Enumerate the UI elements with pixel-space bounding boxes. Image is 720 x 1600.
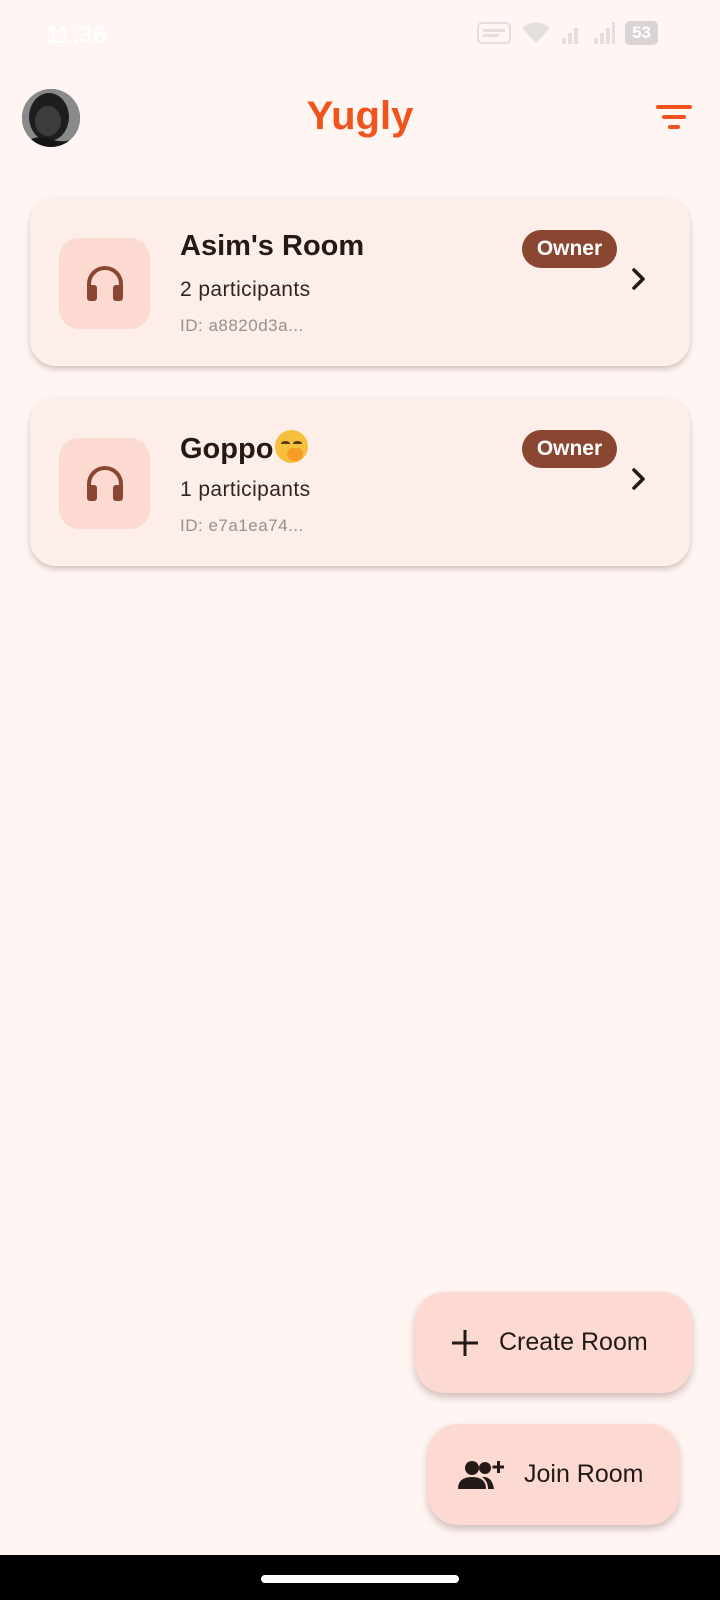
filter-icon bbox=[656, 105, 692, 129]
room-card[interactable]: Goppo 1 participants ID: e7a1ea74... Own… bbox=[30, 398, 690, 566]
volte-icon bbox=[477, 22, 512, 44]
status-icons: 53 bbox=[477, 18, 658, 48]
chevron-right-icon bbox=[632, 468, 645, 490]
chevron-right-icon bbox=[632, 268, 645, 290]
owner-badge: Owner bbox=[522, 430, 617, 468]
battery-icon: 53 bbox=[625, 21, 658, 45]
wifi-icon bbox=[522, 22, 551, 43]
person-add-icon bbox=[458, 1460, 504, 1489]
room-name-text: Goppo bbox=[180, 433, 274, 465]
headphones-icon bbox=[86, 265, 123, 301]
room-name: Asim's Room bbox=[180, 230, 365, 262]
headphones-icon bbox=[86, 465, 123, 501]
room-id: ID: a8820d3a... bbox=[180, 316, 304, 335]
room-icon-tile bbox=[59, 238, 150, 329]
home-gesture-handle[interactable] bbox=[261, 1575, 459, 1583]
room-name: Goppo bbox=[180, 430, 309, 466]
status-bar: 11:36 53 bbox=[0, 0, 720, 70]
status-time: 11:36 bbox=[46, 22, 107, 49]
create-room-label: Create Room bbox=[499, 1328, 648, 1356]
room-icon-tile bbox=[59, 438, 150, 529]
face-with-hand-over-mouth-emoji bbox=[275, 430, 309, 463]
signal-icon bbox=[562, 28, 579, 44]
create-room-button[interactable]: Create Room bbox=[415, 1292, 692, 1393]
app-title: Yugly bbox=[306, 94, 414, 138]
system-nav-bar bbox=[0, 1555, 720, 1600]
room-id: ID: e7a1ea74... bbox=[180, 516, 304, 535]
app-bar: Yugly bbox=[0, 80, 720, 158]
signal-icon bbox=[594, 22, 616, 44]
room-participants: 1 participants bbox=[180, 478, 311, 501]
filter-button[interactable] bbox=[656, 102, 692, 132]
plus-icon bbox=[452, 1329, 478, 1356]
owner-badge: Owner bbox=[522, 230, 617, 268]
room-participants: 2 participants bbox=[180, 278, 311, 301]
join-room-label: Join Room bbox=[524, 1460, 644, 1488]
room-card[interactable]: Asim's Room 2 participants ID: a8820d3a.… bbox=[30, 198, 690, 366]
join-room-button[interactable]: Join Room bbox=[428, 1424, 679, 1525]
